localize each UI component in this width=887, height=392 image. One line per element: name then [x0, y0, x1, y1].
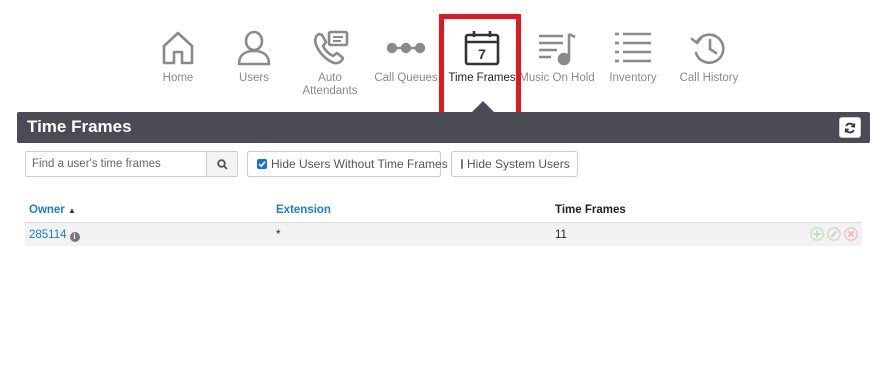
hide-system-users-toggle[interactable]: Hide System Users	[451, 151, 578, 177]
nav-label-call-history: Call History	[679, 72, 739, 84]
refresh-icon	[844, 122, 856, 133]
nav-item-time-frames[interactable]: 7 Time Frames	[443, 28, 521, 85]
time-frames-cell: 11	[555, 229, 567, 241]
table-row: 285114 i * 11	[25, 223, 862, 246]
music-list-icon	[539, 32, 576, 66]
nav-label-users: Users	[238, 72, 270, 84]
hide-system-users-checkbox[interactable]	[461, 159, 463, 169]
nav-item-call-history[interactable]: Call History	[670, 28, 748, 85]
calendar-day-text: 7	[478, 46, 486, 62]
nav-item-auto-attendants[interactable]: Auto Attendants	[291, 28, 369, 98]
add-icon[interactable]	[810, 227, 824, 241]
column-header-time-frames: Time Frames	[555, 204, 626, 216]
nav-label-home: Home	[162, 72, 194, 84]
hide-users-without-time-frames-checkbox[interactable]	[257, 159, 267, 169]
nav-label-time-frames: Time Frames	[448, 72, 516, 84]
refresh-button[interactable]	[839, 117, 861, 138]
checkmark-icon	[258, 161, 266, 168]
nav-item-users[interactable]: Users	[215, 28, 293, 85]
hide-system-users-label: Hide System Users	[467, 157, 570, 171]
nav-label-call-queues: Call Queues	[374, 72, 438, 84]
nav-item-music-on-hold[interactable]: Music On Hold	[518, 28, 596, 85]
nav-label-inventory: Inventory	[609, 72, 657, 84]
auto-attendant-icon	[313, 30, 349, 65]
search-input[interactable]	[25, 151, 206, 177]
table-header: Owner ▲ Extension Time Frames	[25, 200, 862, 223]
top-navigation: Home Users Auto Attendants Call Queues 7…	[0, 0, 887, 137]
column-header-extension[interactable]: Extension	[276, 204, 331, 216]
active-tab-caret	[472, 101, 494, 112]
history-icon	[690, 33, 725, 64]
calendar-icon: 7	[464, 31, 500, 66]
edit-icon[interactable]	[827, 227, 841, 241]
sort-ascending-icon: ▲	[68, 206, 76, 215]
hide-users-without-time-frames-label: Hide Users Without Time Frames	[271, 157, 448, 171]
home-icon	[162, 31, 194, 65]
section-header: Time Frames	[17, 112, 870, 143]
search-icon	[216, 158, 228, 170]
time-frames-table: Owner ▲ Extension Time Frames 285114 i * …	[25, 200, 862, 246]
owner-cell[interactable]: 285114 i	[29, 229, 80, 242]
user-icon	[237, 30, 271, 66]
delete-icon[interactable]	[844, 227, 858, 241]
nav-item-inventory[interactable]: Inventory	[594, 28, 672, 85]
nav-label-music-on-hold: Music On Hold	[519, 72, 595, 84]
hide-users-without-time-frames-toggle[interactable]: Hide Users Without Time Frames	[247, 151, 448, 177]
call-queue-icon	[386, 42, 426, 54]
column-header-owner-label: Owner	[29, 204, 65, 216]
nav-item-call-queues[interactable]: Call Queues	[367, 28, 445, 85]
search-button[interactable]	[206, 151, 238, 177]
row-actions	[810, 227, 858, 241]
owner-link[interactable]: 285114	[29, 229, 67, 241]
info-icon[interactable]: i	[69, 231, 80, 242]
inventory-list-icon	[615, 32, 651, 63]
column-header-owner[interactable]: Owner ▲	[29, 204, 76, 216]
extension-cell: *	[276, 229, 281, 241]
nav-label-auto-attendants: Auto Attendants	[302, 72, 358, 97]
nav-item-home[interactable]: Home	[139, 28, 217, 85]
page-title: Time Frames	[27, 117, 132, 136]
search-group	[25, 151, 238, 177]
